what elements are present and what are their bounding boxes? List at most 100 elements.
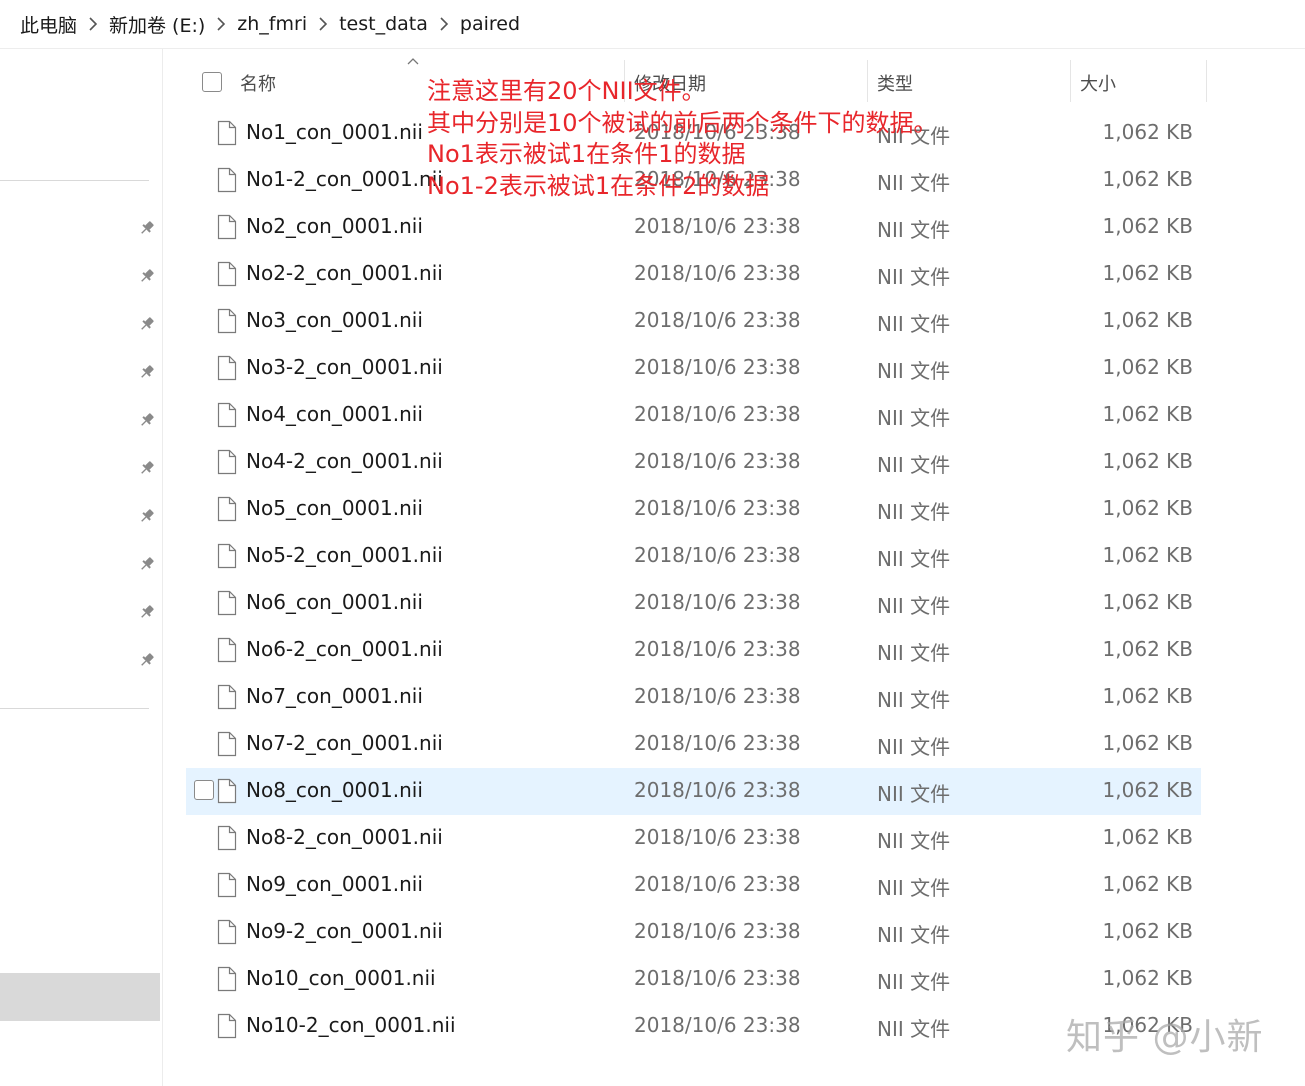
navigation-pane[interactable] [0,49,163,1086]
file-name: No7-2_con_0001.nii [246,731,443,755]
file-size: 1,062 KB [1102,167,1193,191]
file-icon [217,308,237,334]
nav-divider [0,708,149,709]
column-size[interactable]: 大小 [1080,70,1116,96]
file-type: NII 文件 [877,641,951,665]
file-date: 2018/10/6 23:38 [634,590,801,614]
file-date: 2018/10/6 23:38 [634,731,801,755]
breadcrumb-item-this-pc[interactable]: 此电脑 [18,11,79,38]
column-separator[interactable] [1206,60,1207,102]
file-type: NII 文件 [877,876,951,900]
file-row[interactable]: No2_con_0001.nii 2018/10/6 23:38 NII 文件 1,0… [186,204,1201,251]
file-type: NII 文件 [877,735,951,759]
file-row[interactable]: No5_con_0001.nii 2018/10/6 23:38 NII 文件 1,0… [186,486,1201,533]
column-separator[interactable] [1070,60,1071,102]
file-row[interactable]: No9_con_0001.nii 2018/10/6 23:38 NII 文件 1,0… [186,862,1201,909]
pin-icon[interactable] [138,507,156,525]
file-size: 1,062 KB [1102,449,1193,473]
annotation-line: 注意这里有20个NII文件。 [427,77,706,105]
file-name: No10_con_0001.nii [246,966,436,990]
file-type: NII 文件 [877,594,951,618]
breadcrumb-item-test-data[interactable]: test_data [337,13,430,35]
file-size: 1,062 KB [1102,825,1193,849]
file-icon [217,261,237,287]
file-type: NII 文件 [877,312,951,336]
file-name: No3-2_con_0001.nii [246,355,443,379]
file-name: No4_con_0001.nii [246,402,423,426]
breadcrumb-item-paired[interactable]: paired [458,13,522,35]
pin-icon[interactable] [138,555,156,573]
select-all-checkbox[interactable] [202,72,222,92]
watermark: 知乎 @小新 [1066,1017,1264,1058]
pin-icon[interactable] [138,651,156,669]
file-icon [217,778,237,804]
file-date: 2018/10/6 23:38 [634,543,801,567]
file-name: No8_con_0001.nii [246,778,423,802]
file-date: 2018/10/6 23:38 [634,214,801,238]
file-date: 2018/10/6 23:38 [634,261,801,285]
file-name: No6-2_con_0001.nii [246,637,443,661]
pin-icon[interactable] [138,219,156,237]
chevron-right-icon[interactable] [207,17,235,31]
file-row[interactable]: No9-2_con_0001.nii 2018/10/6 23:38 NII 文件 1… [186,909,1201,956]
pin-icon[interactable] [138,603,156,621]
chevron-right-icon[interactable] [79,17,107,31]
file-size: 1,062 KB [1102,355,1193,379]
column-name[interactable]: 名称 [240,70,276,96]
annotation-note: 注意这里有20个NII文件。 其中分别是10个被试的前后两个条件下的数据。 No… [427,76,947,202]
file-row[interactable]: No8_con_0001.nii 2018/10/6 23:38 NII 文件 1,0… [186,768,1201,815]
file-size: 1,062 KB [1102,496,1193,520]
row-checkbox[interactable] [194,780,214,800]
file-row[interactable]: No5-2_con_0001.nii 2018/10/6 23:38 NII 文件 1… [186,533,1201,580]
pin-icon[interactable] [138,411,156,429]
file-size: 1,062 KB [1102,966,1193,990]
nav-item-selected[interactable] [0,973,160,1021]
breadcrumb-item-volume[interactable]: 新加卷 (E:) [107,11,207,38]
annotation-line: 其中分别是10个被试的前后两个条件下的数据。 [427,108,938,137]
file-icon [217,590,237,616]
file-icon [217,120,237,146]
file-date: 2018/10/6 23:38 [634,449,801,473]
file-name: No4-2_con_0001.nii [246,449,443,473]
file-row[interactable]: No6-2_con_0001.nii 2018/10/6 23:38 NII 文件 1… [186,627,1201,674]
file-row[interactable]: No2-2_con_0001.nii 2018/10/6 23:38 NII 文件 1… [186,251,1201,298]
file-row[interactable]: No7-2_con_0001.nii 2018/10/6 23:38 NII 文件 1… [186,721,1201,768]
pin-icon[interactable] [138,267,156,285]
file-date: 2018/10/6 23:38 [634,872,801,896]
pin-icon[interactable] [138,363,156,381]
file-row[interactable]: No3-2_con_0001.nii 2018/10/6 23:38 NII 文件 1… [186,345,1201,392]
file-row[interactable]: No10_con_0001.nii 2018/10/6 23:38 NII 文件 1,… [186,956,1201,1003]
file-date: 2018/10/6 23:38 [634,684,801,708]
file-row[interactable]: No6_con_0001.nii 2018/10/6 23:38 NII 文件 1,0… [186,580,1201,627]
file-date: 2018/10/6 23:38 [634,966,801,990]
file-row[interactable]: No4_con_0001.nii 2018/10/6 23:38 NII 文件 1,0… [186,392,1201,439]
file-row[interactable]: No7_con_0001.nii 2018/10/6 23:38 NII 文件 1,0… [186,674,1201,721]
breadcrumb-item-zh-fmri[interactable]: zh_fmri [235,13,309,35]
file-row[interactable]: No10-2_con_0001.nii 2018/10/6 23:38 NII 文件… [186,1003,1201,1050]
file-row[interactable]: No4-2_con_0001.nii 2018/10/6 23:38 NII 文件 1… [186,439,1201,486]
file-name: No5_con_0001.nii [246,496,423,520]
chevron-right-icon[interactable] [309,17,337,31]
file-row[interactable]: No8-2_con_0001.nii 2018/10/6 23:38 NII 文件 1… [186,815,1201,862]
pin-icon[interactable] [138,315,156,333]
file-icon [217,167,237,193]
file-type: NII 文件 [877,218,951,242]
file-type: NII 文件 [877,453,951,477]
file-date: 2018/10/6 23:38 [634,402,801,426]
file-icon [217,872,237,898]
file-name: No6_con_0001.nii [246,590,423,614]
file-icon [217,214,237,240]
file-date: 2018/10/6 23:38 [634,1013,801,1037]
chevron-right-icon[interactable] [430,17,458,31]
annotation-line: No1-2表示被试1在条件2的数据 [427,171,770,200]
file-icon [217,449,237,475]
file-type: NII 文件 [877,406,951,430]
file-type: NII 文件 [877,1017,951,1041]
nav-divider [0,180,149,181]
file-size: 1,062 KB [1102,778,1193,802]
file-icon [217,355,237,381]
file-date: 2018/10/6 23:38 [634,637,801,661]
file-row[interactable]: No3_con_0001.nii 2018/10/6 23:38 NII 文件 1,0… [186,298,1201,345]
pin-icon[interactable] [138,459,156,477]
file-size: 1,062 KB [1102,731,1193,755]
